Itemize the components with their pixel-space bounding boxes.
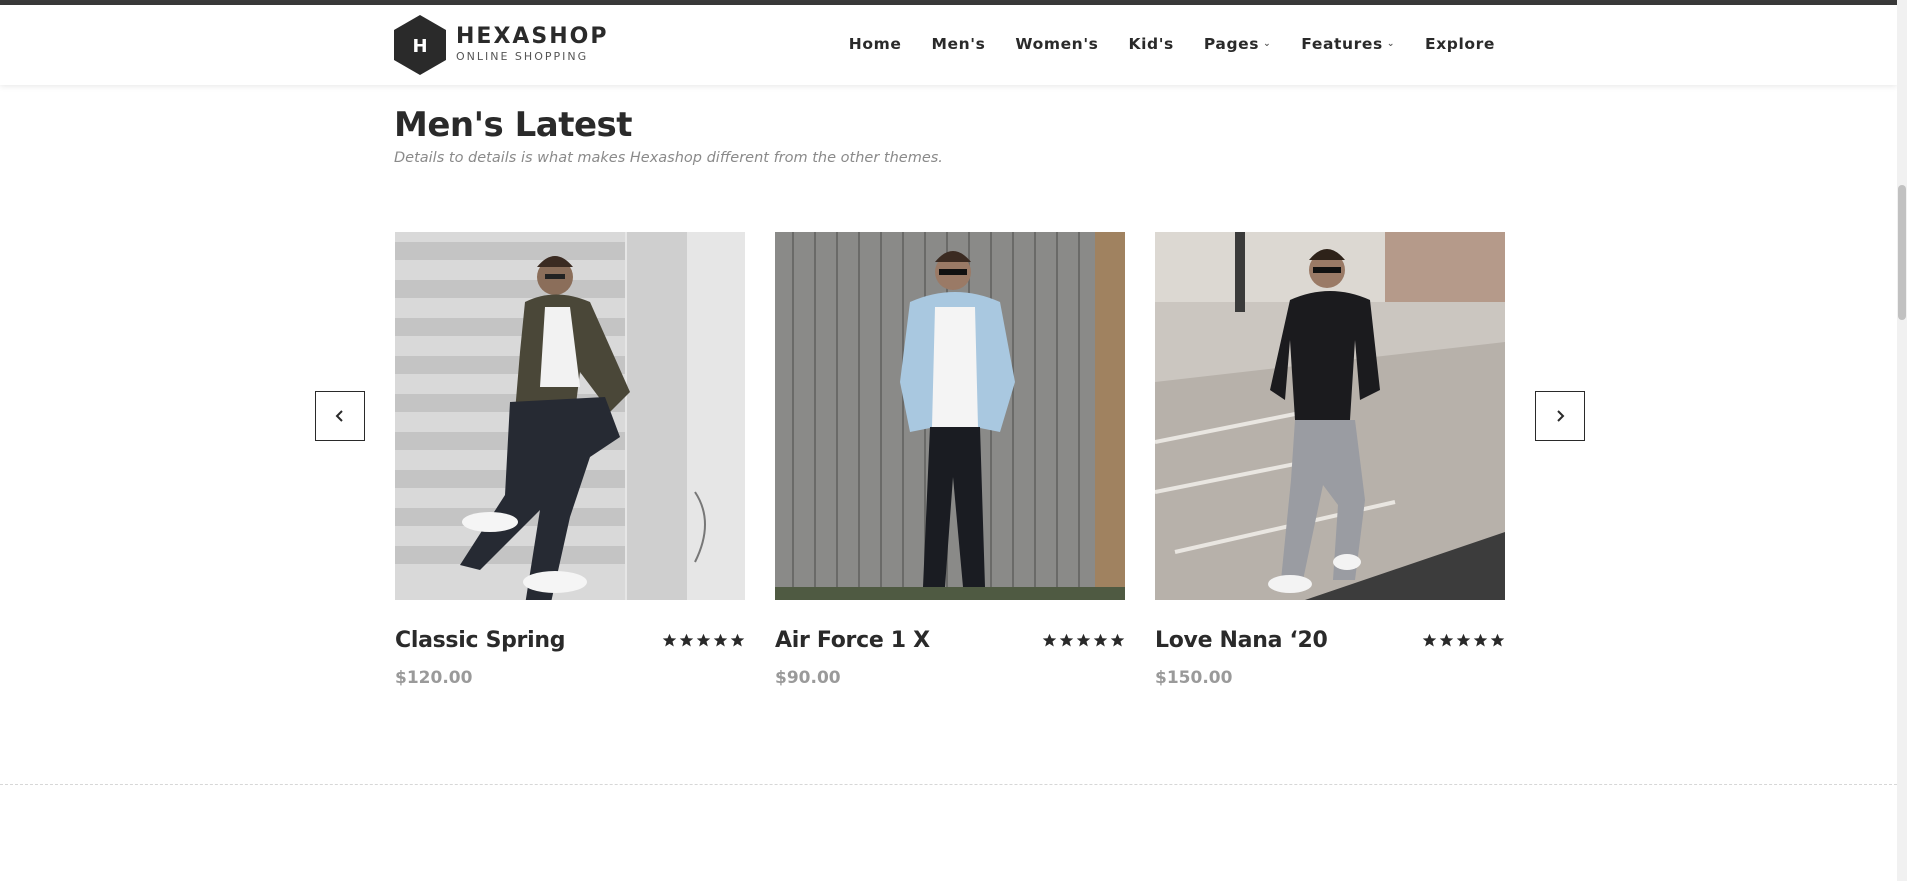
star-icon bbox=[730, 633, 745, 647]
product-card[interactable]: Classic Spring $120.00 bbox=[395, 232, 745, 688]
section-divider bbox=[0, 784, 1897, 785]
chevron-down-icon: ⌄ bbox=[1263, 39, 1272, 49]
chevron-down-icon: ⌄ bbox=[1386, 39, 1395, 49]
nav-item-label: Home bbox=[848, 35, 902, 53]
nav-item-home[interactable]: Home bbox=[849, 35, 902, 53]
star-icon bbox=[1059, 633, 1074, 647]
hexagon-logo-icon: H bbox=[394, 15, 446, 75]
brand-logo[interactable]: H HEXASHOP ONLINE SHOPPING bbox=[394, 15, 609, 75]
product-rating bbox=[660, 633, 745, 648]
nav-item-label: Pages bbox=[1203, 35, 1260, 53]
brand-subtitle: ONLINE SHOPPING bbox=[456, 50, 589, 63]
logo-letter: H bbox=[412, 36, 427, 57]
chevron-right-icon bbox=[1557, 410, 1565, 422]
page-scrollbar[interactable] bbox=[1897, 0, 1907, 881]
nav-item-label: Women's bbox=[1015, 35, 1099, 53]
star-icon bbox=[1042, 633, 1057, 647]
nav-item-pages[interactable]: Pages ⌄ bbox=[1204, 35, 1271, 53]
main-nav: Home Men's Women's Kid's Pages ⌄ Features… bbox=[849, 35, 1495, 53]
product-image[interactable] bbox=[1155, 232, 1505, 600]
star-icon bbox=[1490, 633, 1505, 647]
nav-item-mens[interactable]: Men's bbox=[931, 35, 985, 53]
product-price: $150.00 bbox=[1155, 668, 1233, 688]
star-icon bbox=[1439, 633, 1454, 647]
product-card[interactable]: Air Force 1 X $90.00 bbox=[775, 232, 1125, 688]
carousel-prev-button[interactable] bbox=[315, 391, 365, 441]
nav-item-label: Men's bbox=[931, 35, 986, 53]
section-subtitle: Details to details is what makes Hexasho… bbox=[394, 150, 943, 166]
star-icon bbox=[1456, 633, 1471, 647]
product-card[interactable]: Love Nana ‘20 $150.00 bbox=[1155, 232, 1505, 688]
star-icon bbox=[1110, 633, 1125, 647]
nav-item-label: Explore bbox=[1425, 35, 1495, 53]
product-name[interactable]: Love Nana ‘20 bbox=[1155, 628, 1328, 653]
product-price: $120.00 bbox=[395, 668, 473, 688]
site-header: H HEXASHOP ONLINE SHOPPING Home Men's Wo… bbox=[0, 5, 1897, 85]
star-icon bbox=[1093, 633, 1108, 647]
product-image[interactable] bbox=[775, 232, 1125, 600]
star-icon bbox=[713, 633, 728, 647]
nav-item-kids[interactable]: Kid's bbox=[1128, 35, 1173, 53]
star-icon bbox=[1422, 633, 1437, 647]
star-icon bbox=[662, 633, 677, 647]
product-price: $90.00 bbox=[775, 668, 841, 688]
nav-item-womens[interactable]: Women's bbox=[1015, 35, 1098, 53]
carousel-next-button[interactable] bbox=[1535, 391, 1585, 441]
section-title: Men's Latest bbox=[394, 105, 633, 145]
product-rating bbox=[1040, 633, 1125, 648]
product-image[interactable] bbox=[395, 232, 745, 600]
nav-item-explore[interactable]: Explore bbox=[1425, 35, 1495, 53]
star-icon bbox=[679, 633, 694, 647]
product-rating bbox=[1420, 633, 1505, 648]
star-icon bbox=[696, 633, 711, 647]
nav-item-label: Features bbox=[1301, 35, 1383, 53]
star-icon bbox=[1473, 633, 1488, 647]
chevron-left-icon bbox=[335, 410, 343, 422]
scrollbar-thumb[interactable] bbox=[1898, 185, 1906, 320]
product-name[interactable]: Classic Spring bbox=[395, 628, 565, 653]
star-icon bbox=[1076, 633, 1091, 647]
product-name[interactable]: Air Force 1 X bbox=[775, 628, 930, 653]
nav-item-label: Kid's bbox=[1128, 35, 1174, 53]
brand-title: HEXASHOP bbox=[456, 24, 609, 49]
nav-item-features[interactable]: Features ⌄ bbox=[1301, 35, 1395, 53]
